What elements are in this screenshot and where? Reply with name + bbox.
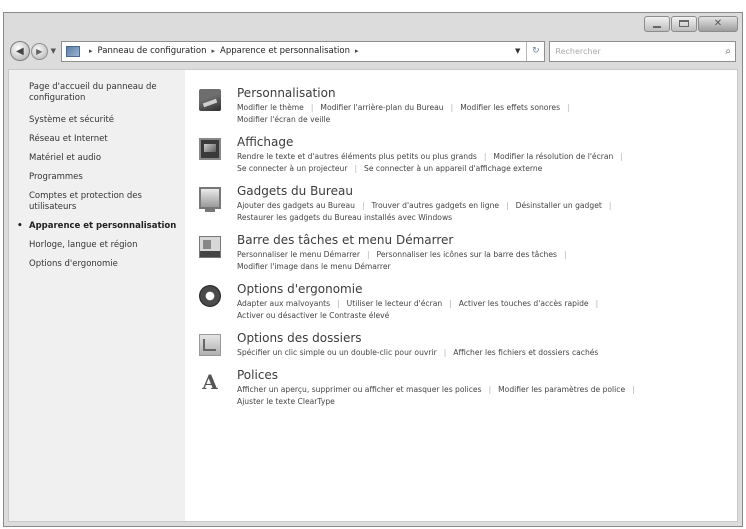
- navigation-bar: ◀ ▶ ▼ ▸ Panneau de configuration ▸ Appar…: [10, 39, 736, 63]
- close-button[interactable]: ✕: [698, 16, 738, 32]
- category-title[interactable]: Affichage: [237, 135, 737, 149]
- recent-pages-dropdown[interactable]: ▼: [51, 47, 56, 55]
- back-button[interactable]: ◀: [10, 41, 30, 61]
- search-icon[interactable]: ⌕: [725, 46, 731, 57]
- task-link[interactable]: Modifier les effets sonores: [460, 103, 560, 112]
- category-list: Personnalisation Modifier le thème | Modif…: [185, 70, 737, 521]
- task-link[interactable]: Modifier l'image dans le menu Démarrer: [237, 262, 391, 271]
- category-title[interactable]: Options d'ergonomie: [237, 282, 737, 296]
- caption-buttons: ✕: [644, 16, 738, 32]
- explorer-window: ✕ ◀ ▶ ▼ ▸ Panneau de configuration ▸ App…: [3, 12, 743, 527]
- control-panel-icon: [66, 45, 81, 57]
- sidebar-item-network-internet[interactable]: Réseau et Internet: [29, 134, 177, 145]
- category-title[interactable]: Options des dossiers: [237, 331, 737, 345]
- task-link[interactable]: Personnaliser le menu Démarrer: [237, 250, 360, 259]
- sidebar: Page d'accueil du panneau de configurati…: [9, 70, 185, 521]
- forward-button[interactable]: ▶: [30, 42, 48, 60]
- display-icon: [199, 138, 221, 160]
- breadcrumb-separator[interactable]: ▸: [212, 47, 216, 55]
- address-history-dropdown[interactable]: ▼: [515, 47, 520, 55]
- category-taskbar: Barre des tâches et menu Démarrer Person…: [199, 233, 737, 273]
- category-display: Affichage Rendre le texte et d'autres él…: [199, 135, 737, 175]
- category-title[interactable]: Polices: [237, 368, 737, 382]
- maximize-icon: [679, 20, 689, 27]
- category-personalization: Personnalisation Modifier le thème | Modif…: [199, 86, 737, 126]
- back-arrow-icon: ◀: [16, 45, 24, 57]
- sidebar-item-programs[interactable]: Programmes: [29, 172, 177, 183]
- sidebar-item-user-accounts[interactable]: Comptes et protection des utilisateurs: [29, 191, 177, 213]
- breadcrumb-separator[interactable]: ▸: [89, 47, 93, 55]
- taskbar-icon: [199, 236, 221, 258]
- gadgets-icon: [199, 187, 221, 212]
- search-input[interactable]: [555, 46, 726, 56]
- task-link[interactable]: Spécifier un clic simple ou un double-cl…: [237, 348, 437, 357]
- sidebar-item-hardware-sound[interactable]: Matériel et audio: [29, 153, 177, 164]
- task-link[interactable]: Adapter aux malvoyants: [237, 299, 330, 308]
- task-link[interactable]: Afficher un aperçu, supprimer ou affiche…: [237, 385, 482, 394]
- task-link[interactable]: Se connecter à un projecteur: [237, 164, 347, 173]
- task-link[interactable]: Se connecter à un appareil d'affichage e…: [364, 164, 542, 173]
- task-link[interactable]: Activer les touches d'accès rapide: [459, 299, 589, 308]
- forward-arrow-icon: ▶: [36, 46, 43, 56]
- task-link[interactable]: Désinstaller un gadget: [516, 201, 602, 210]
- category-gadgets: Gadgets du Bureau Ajouter des gadgets au…: [199, 184, 737, 224]
- personalization-icon: [199, 89, 221, 111]
- task-link[interactable]: Utiliser le lecteur d'écran: [347, 299, 443, 308]
- breadcrumb-separator[interactable]: ▸: [355, 47, 359, 55]
- category-title[interactable]: Barre des tâches et menu Démarrer: [237, 233, 737, 247]
- task-link[interactable]: Ajouter des gadgets au Bureau: [237, 201, 355, 210]
- category-fonts: A Polices Afficher un aperçu, supprimer …: [199, 368, 737, 408]
- sidebar-item-system-security[interactable]: Système et sécurité: [29, 115, 177, 126]
- task-link[interactable]: Trouver d'autres gadgets en ligne: [372, 201, 500, 210]
- refresh-icon: ↻: [532, 46, 540, 56]
- category-ease-of-access: Options d'ergonomie Adapter aux malvoyan…: [199, 282, 737, 322]
- minimize-button[interactable]: [644, 16, 670, 32]
- category-title[interactable]: Gadgets du Bureau: [237, 184, 737, 198]
- breadcrumb-control-panel[interactable]: Panneau de configuration: [98, 46, 207, 56]
- address-controls: ▼ ↻: [515, 41, 544, 61]
- search-box: ⌕: [549, 40, 736, 62]
- sidebar-item-home[interactable]: Page d'accueil du panneau de configurati…: [29, 82, 177, 104]
- maximize-button[interactable]: [671, 16, 697, 32]
- ease-of-access-icon: [199, 285, 221, 307]
- task-link[interactable]: Rendre le texte et d'autres éléments plu…: [237, 152, 477, 161]
- close-icon: ✕: [713, 18, 723, 29]
- sidebar-item-appearance[interactable]: Apparence et personnalisation: [17, 221, 177, 232]
- task-link[interactable]: Modifier l'écran de veille: [237, 115, 330, 124]
- task-link[interactable]: Activer ou désactiver le Contraste élevé: [237, 311, 389, 320]
- task-link[interactable]: Modifier l'arrière-plan du Bureau: [320, 103, 443, 112]
- content-area: Page d'accueil du panneau de configurati…: [8, 69, 738, 522]
- folder-options-icon: [199, 334, 221, 356]
- task-link[interactable]: Restaurer les gadgets du Bureau installé…: [237, 213, 452, 222]
- sidebar-item-ease-of-access[interactable]: Options d'ergonomie: [29, 259, 177, 270]
- breadcrumb-appearance[interactable]: Apparence et personnalisation: [220, 46, 350, 56]
- minimize-icon: [653, 26, 661, 28]
- task-link[interactable]: Personnaliser les icônes sur la barre de…: [377, 250, 557, 259]
- refresh-button[interactable]: ↻: [526, 41, 544, 61]
- task-link[interactable]: Afficher les fichiers et dossiers cachés: [453, 348, 598, 357]
- task-link[interactable]: Modifier le thème: [237, 103, 304, 112]
- task-link[interactable]: Ajuster le texte ClearType: [237, 397, 335, 406]
- fonts-icon: A: [202, 370, 218, 394]
- category-title[interactable]: Personnalisation: [237, 86, 737, 100]
- category-folder-options: Options des dossiers Spécifier un clic s…: [199, 331, 737, 359]
- address-bar[interactable]: ▸ Panneau de configuration ▸ Apparence e…: [61, 40, 546, 62]
- task-link[interactable]: Modifier les paramètres de police: [498, 385, 625, 394]
- sidebar-item-clock-language-region[interactable]: Horloge, langue et région: [29, 240, 177, 251]
- task-link[interactable]: Modifier la résolution de l'écran: [493, 152, 613, 161]
